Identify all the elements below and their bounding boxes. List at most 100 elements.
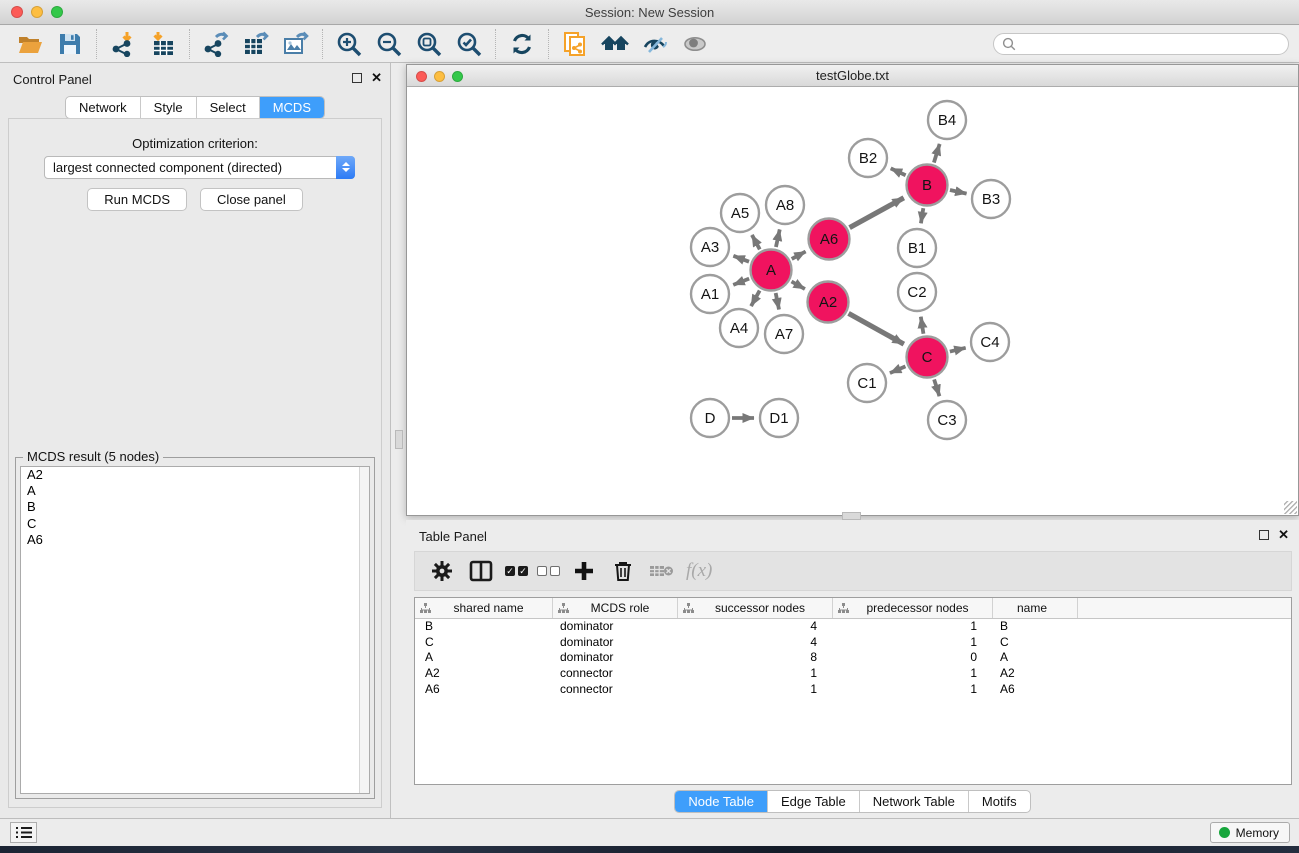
graph-edge-A-A1[interactable] — [733, 279, 749, 285]
delete-column-trash-icon[interactable] — [608, 556, 638, 586]
graph-node-D[interactable]: D — [691, 399, 729, 437]
table-cell[interactable]: B — [993, 619, 1078, 635]
open-file-icon[interactable] — [10, 28, 50, 60]
float-table-panel-icon[interactable] — [1259, 530, 1269, 540]
tab-select[interactable]: Select — [196, 97, 259, 118]
export-network-icon[interactable] — [196, 28, 236, 60]
graph-node-C2[interactable]: C2 — [898, 273, 936, 311]
table-cell[interactable]: 1 — [833, 666, 993, 682]
graph-edge-B-B1[interactable] — [921, 208, 923, 223]
save-session-icon[interactable] — [50, 28, 90, 60]
table-row[interactable]: Cdominator41C — [415, 635, 1291, 651]
network-window-titlebar[interactable]: testGlobe.txt — [407, 65, 1298, 87]
table-row[interactable]: Bdominator41B — [415, 619, 1291, 635]
export-image-icon[interactable] — [276, 28, 316, 60]
table-row[interactable]: A6connector11A6 — [415, 682, 1291, 698]
tab-network[interactable]: Network — [66, 97, 140, 118]
graph-node-B3[interactable]: B3 — [972, 180, 1010, 218]
close-network-window-button[interactable] — [416, 71, 427, 82]
graph-edge-C-C2[interactable] — [921, 317, 924, 334]
column-header-name[interactable]: name — [993, 598, 1078, 618]
graph-node-B4[interactable]: B4 — [928, 101, 966, 139]
table-cell[interactable]: 0 — [833, 650, 993, 666]
zoom-in-icon[interactable] — [329, 28, 369, 60]
graph-edge-B-B3[interactable] — [950, 190, 967, 194]
new-network-from-file-icon[interactable] — [555, 28, 595, 60]
table-cell[interactable]: dominator — [553, 619, 678, 635]
graph-edge-A-A6[interactable] — [792, 251, 806, 258]
graph-node-A[interactable]: A — [751, 250, 792, 291]
network-graph[interactable]: B4B2BB3A8A5A6B1A3AA1C2A2A4A7C4CC1C3DD1 — [407, 88, 1298, 515]
table-cell[interactable]: connector — [553, 666, 678, 682]
memory-button[interactable]: Memory — [1210, 822, 1290, 843]
table-tab-motifs[interactable]: Motifs — [968, 791, 1030, 812]
graph-node-A7[interactable]: A7 — [765, 315, 803, 353]
mcds-result-item[interactable]: A — [21, 483, 369, 499]
table-cell[interactable]: A — [415, 650, 553, 666]
table-cell[interactable]: 1 — [678, 682, 833, 698]
mcds-result-item[interactable]: A6 — [21, 532, 369, 548]
graph-edge-A2-C[interactable] — [849, 313, 904, 344]
graph-edge-A-A2[interactable] — [791, 282, 804, 290]
graph-edge-A-A4[interactable] — [751, 291, 760, 307]
table-cell[interactable]: 8 — [678, 650, 833, 666]
deselect-all-columns-icon[interactable] — [537, 566, 560, 576]
graph-node-B1[interactable]: B1 — [898, 229, 936, 267]
minimize-window-button[interactable] — [31, 6, 43, 18]
graph-edge-A-A5[interactable] — [752, 235, 760, 249]
graph-node-D1[interactable]: D1 — [760, 399, 798, 437]
task-history-button[interactable] — [10, 822, 37, 843]
function-builder-icon[interactable]: f(x) — [686, 560, 712, 582]
column-header-shared-name[interactable]: shared name — [415, 598, 553, 618]
graph-node-A2[interactable]: A2 — [808, 282, 849, 323]
vertical-split-handle[interactable] — [395, 430, 403, 449]
home-view-icon[interactable] — [595, 28, 635, 60]
table-cell[interactable]: A — [993, 650, 1078, 666]
close-panel-button[interactable]: Close panel — [200, 188, 303, 211]
graph-edge-A-A3[interactable] — [733, 256, 749, 262]
zoom-out-icon[interactable] — [369, 28, 409, 60]
mcds-result-item[interactable]: B — [21, 499, 369, 515]
mcds-result-item[interactable]: A2 — [21, 467, 369, 483]
tab-style[interactable]: Style — [140, 97, 196, 118]
mcds-result-list[interactable]: A2ABCA6 — [20, 466, 370, 794]
table-settings-gear-icon[interactable] — [427, 556, 457, 586]
criterion-dropdown[interactable]: largest connected component (directed) — [44, 156, 355, 179]
create-column-plus-icon[interactable] — [569, 556, 599, 586]
graph-node-A3[interactable]: A3 — [691, 228, 729, 266]
search-input[interactable] — [1016, 37, 1280, 51]
table-row[interactable]: A2connector11A2 — [415, 666, 1291, 682]
table-cell[interactable]: 1 — [833, 682, 993, 698]
graph-edge-C-C3[interactable] — [934, 379, 939, 396]
table-tab-node-table[interactable]: Node Table — [675, 791, 767, 812]
table-tab-network-table[interactable]: Network Table — [859, 791, 968, 812]
table-cell[interactable]: dominator — [553, 635, 678, 651]
graph-node-A6[interactable]: A6 — [809, 219, 850, 260]
table-tab-edge-table[interactable]: Edge Table — [767, 791, 859, 812]
table-cell[interactable]: 1 — [833, 619, 993, 635]
show-column-panel-icon[interactable] — [466, 556, 496, 586]
graph-node-A8[interactable]: A8 — [766, 186, 804, 224]
table-cell[interactable]: 4 — [678, 635, 833, 651]
close-window-button[interactable] — [11, 6, 23, 18]
table-cell[interactable]: 1 — [833, 635, 993, 651]
table-cell[interactable]: dominator — [553, 650, 678, 666]
minimize-network-window-button[interactable] — [434, 71, 445, 82]
graph-edge-A-A7[interactable] — [776, 293, 779, 309]
graph-edge-C-C1[interactable] — [890, 366, 905, 373]
table-cell[interactable]: B — [415, 619, 553, 635]
network-canvas[interactable]: B4B2BB3A8A5A6B1A3AA1C2A2A4A7C4CC1C3DD1 — [407, 88, 1298, 515]
graph-edge-B-B4[interactable] — [934, 144, 940, 163]
refresh-icon[interactable] — [502, 28, 542, 60]
graph-edge-C-C4[interactable] — [950, 348, 966, 352]
zoom-window-button[interactable] — [51, 6, 63, 18]
table-cell[interactable]: C — [415, 635, 553, 651]
import-network-icon[interactable] — [103, 28, 143, 60]
table-cell[interactable]: connector — [553, 682, 678, 698]
list-scrollbar[interactable] — [359, 467, 369, 793]
select-all-columns-icon[interactable]: ✓✓ — [505, 566, 528, 576]
horizontal-split-handle[interactable] — [842, 512, 861, 520]
table-cell[interactable]: A6 — [415, 682, 553, 698]
graph-edge-A6-B[interactable] — [850, 198, 904, 228]
zoom-fit-icon[interactable] — [409, 28, 449, 60]
